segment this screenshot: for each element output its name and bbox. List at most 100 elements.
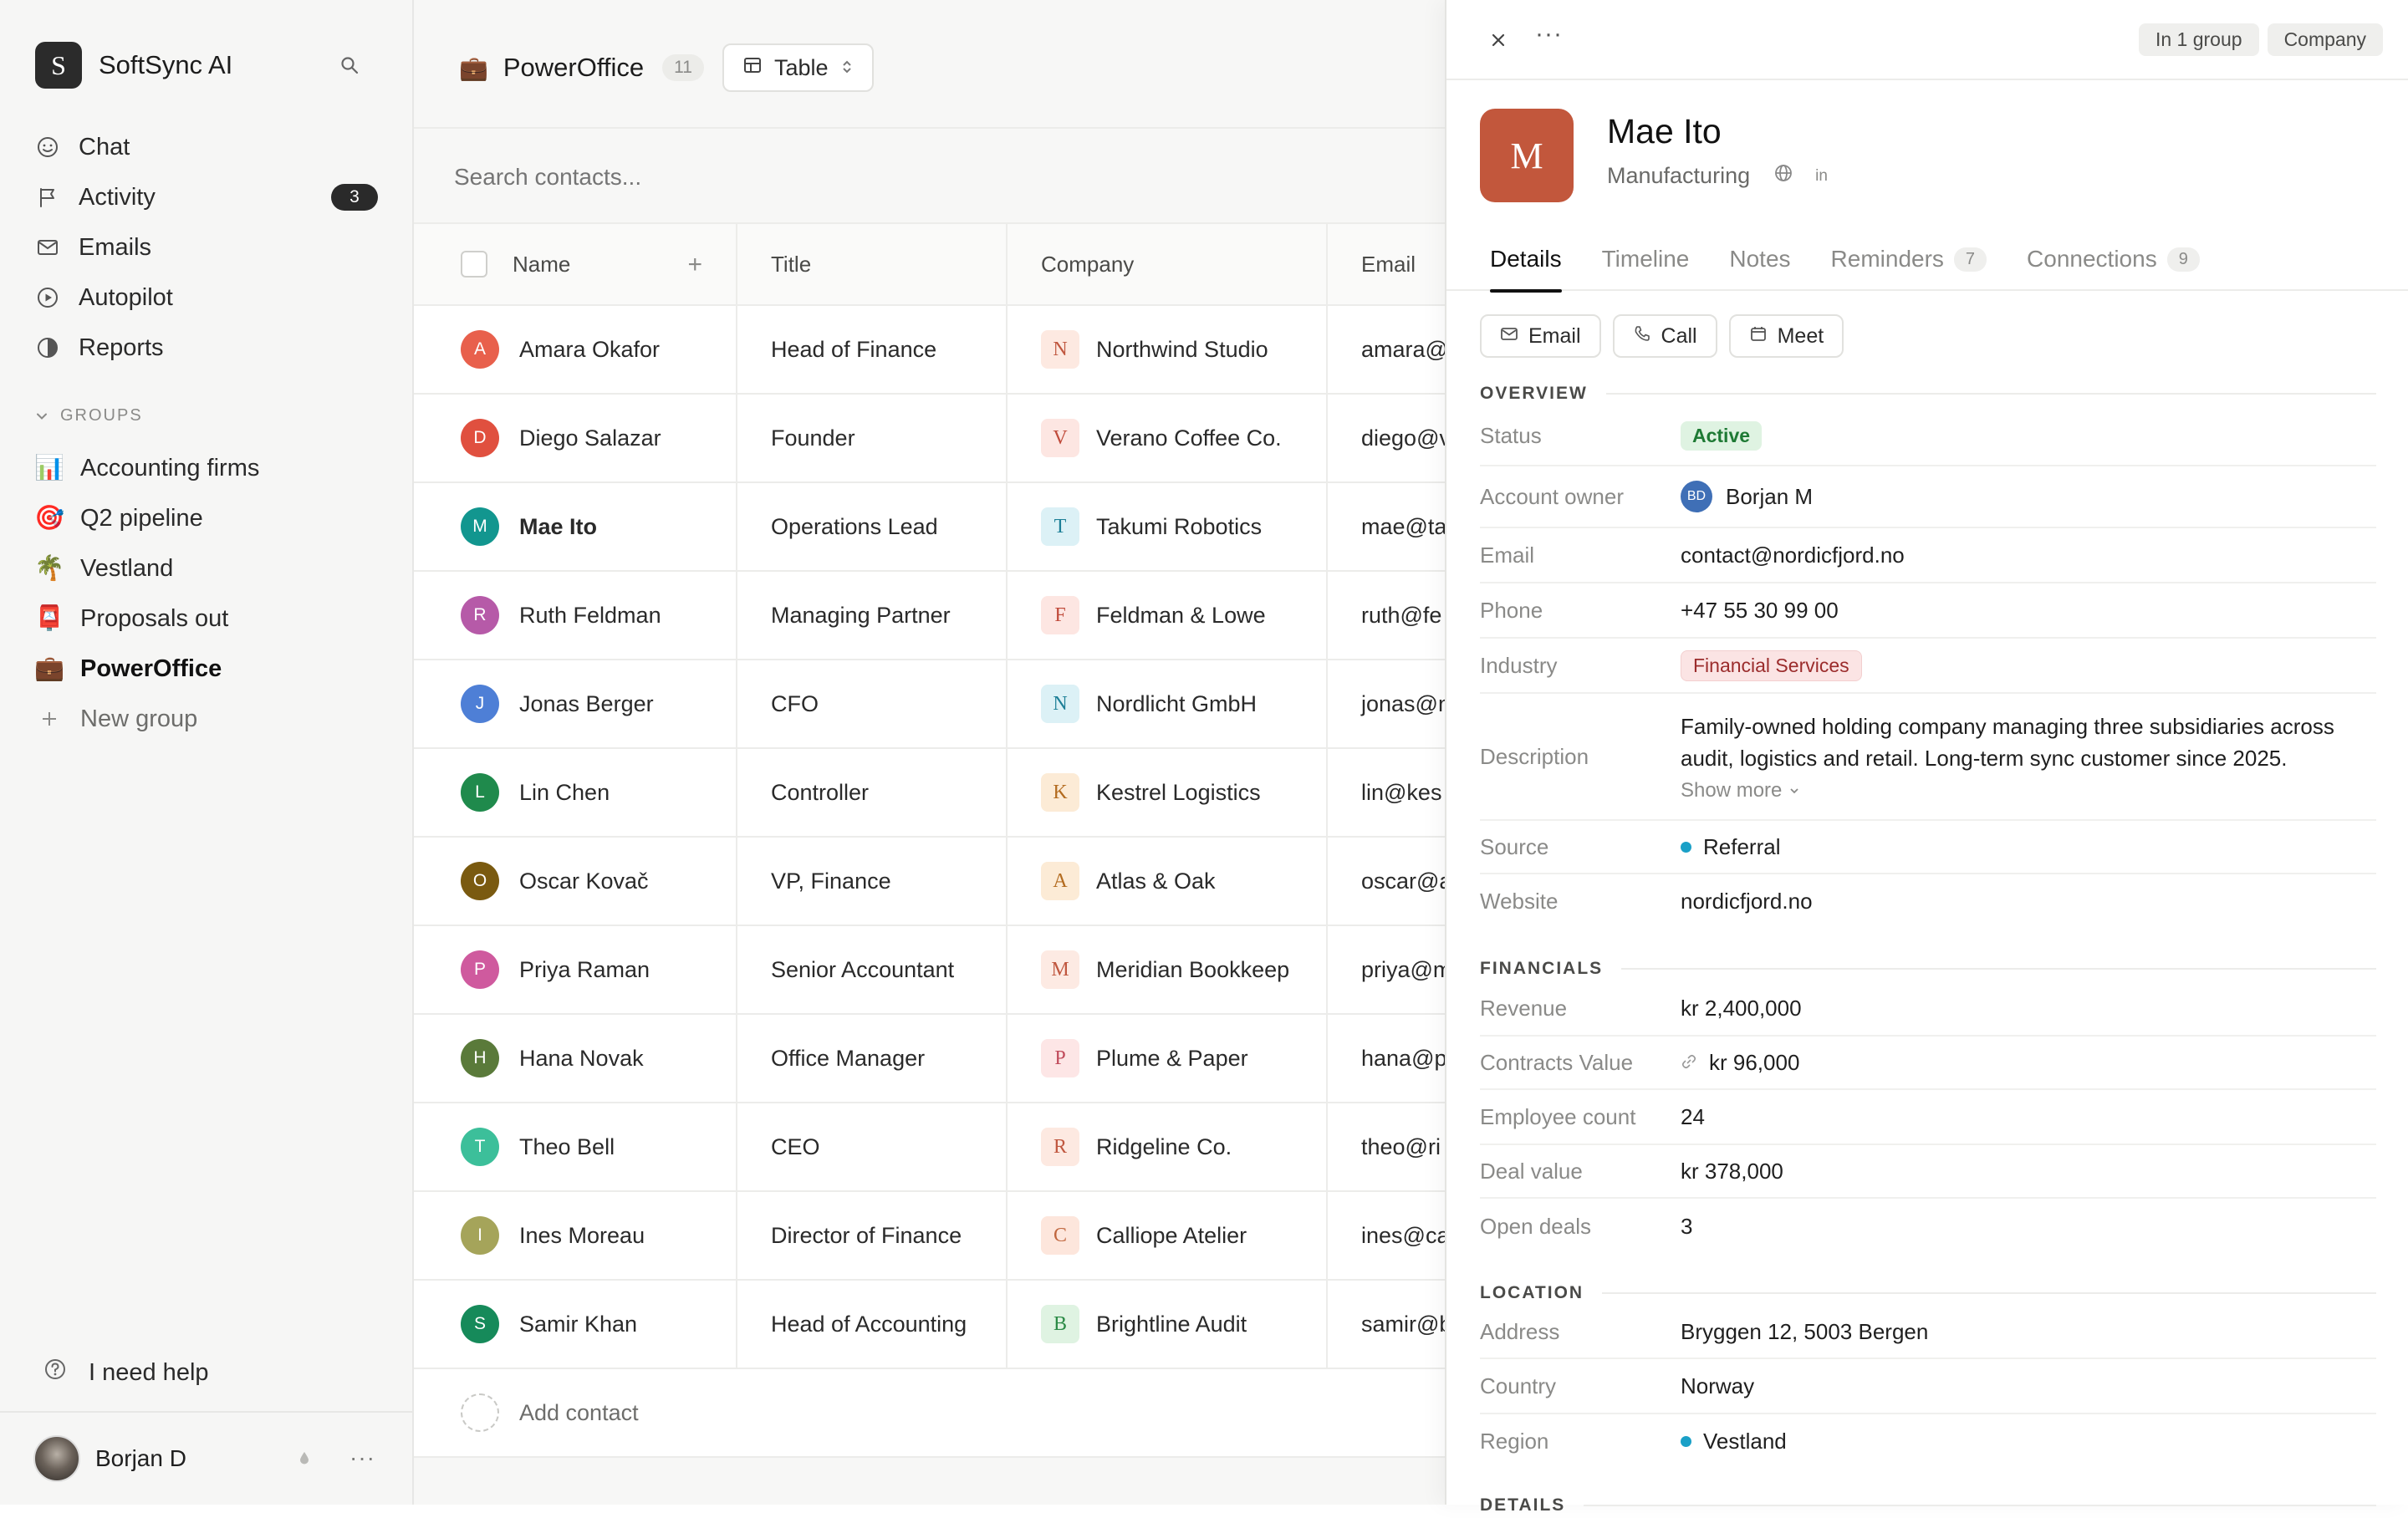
- company-cell[interactable]: V Verano Coffee Co.: [1008, 395, 1328, 481]
- new-group-button[interactable]: New group: [35, 694, 386, 744]
- company-cell[interactable]: N Nordlicht GmbH: [1008, 660, 1328, 747]
- group-vestland[interactable]: 🌴 Vestland: [34, 543, 386, 593]
- workspace-switcher[interactable]: S SoftSync AI: [35, 42, 232, 89]
- table-row[interactable]: J Jonas Berger CFO N Nordlicht GmbH jonas@n: [414, 660, 1446, 749]
- group-proposals-out[interactable]: 📮 Proposals out: [34, 593, 386, 644]
- group-poweroffice[interactable]: 💼 PowerOffice: [34, 644, 386, 694]
- search-input[interactable]: [454, 159, 1039, 196]
- groups-section-toggle[interactable]: GROUPS: [35, 406, 143, 425]
- company-cell[interactable]: N Northwind Studio: [1008, 306, 1328, 393]
- group-chip[interactable]: In 1 group: [2138, 23, 2259, 56]
- tab-notes[interactable]: Notes: [1729, 227, 1790, 291]
- table-row[interactable]: H Hana Novak Office Manager P Plume & Paper h…: [414, 1015, 1446, 1103]
- contracts-value-field[interactable]: kr 96,000: [1681, 1050, 2376, 1076]
- contact-name[interactable]: Ines Moreau: [519, 1223, 645, 1249]
- contact-name[interactable]: Mae Ito: [519, 514, 597, 540]
- company-cell[interactable]: R Ridgeline Co.: [1008, 1103, 1328, 1190]
- email-cell[interactable]: jonas@n: [1328, 660, 1446, 747]
- company-cell[interactable]: B Brightline Audit: [1008, 1281, 1328, 1368]
- contact-name[interactable]: Hana Novak: [519, 1046, 644, 1072]
- close-icon[interactable]: [1485, 27, 1512, 53]
- group-accounting-firms[interactable]: 📊 Accounting firms: [34, 443, 386, 493]
- revenue-value[interactable]: kr 2,400,000: [1681, 996, 2376, 1021]
- email-button[interactable]: Email: [1480, 314, 1601, 358]
- table-row[interactable]: M Mae Ito Operations Lead T Takumi Robotics m…: [414, 483, 1446, 572]
- tab-reminders[interactable]: Reminders 7: [1831, 227, 1987, 291]
- nav-item-chat[interactable]: Chat: [35, 122, 386, 172]
- globe-icon[interactable]: [1773, 163, 1793, 189]
- email-cell[interactable]: ines@ca: [1328, 1192, 1446, 1279]
- more-icon[interactable]: ···: [1535, 20, 1563, 48]
- email-cell[interactable]: theo@ri: [1328, 1103, 1446, 1190]
- group-q2-pipeline[interactable]: 🎯 Q2 pipeline: [34, 493, 386, 543]
- company-cell[interactable]: M Meridian Bookkeep: [1008, 926, 1328, 1013]
- table-row[interactable]: T Theo Bell CEO R Ridgeline Co. theo@ri: [414, 1103, 1446, 1192]
- email-cell[interactable]: hana@p: [1328, 1015, 1446, 1102]
- address-value[interactable]: Bryggen 12, 5003 Bergen: [1681, 1319, 2376, 1345]
- search-icon[interactable]: [334, 50, 365, 80]
- table-row[interactable]: L Lin Chen Controller K Kestrel Logistics lin…: [414, 749, 1446, 838]
- email-cell[interactable]: ruth@fe: [1328, 572, 1446, 659]
- company-cell[interactable]: P Plume & Paper: [1008, 1015, 1328, 1102]
- more-icon[interactable]: ···: [349, 1444, 375, 1471]
- table-row[interactable]: S Samir Khan Head of Accounting B Brightline…: [414, 1281, 1446, 1369]
- type-chip[interactable]: Company: [2267, 23, 2383, 56]
- column-header-title[interactable]: Title: [771, 252, 811, 278]
- company-cell[interactable]: A Atlas & Oak: [1008, 838, 1328, 925]
- email-cell[interactable]: mae@ta: [1328, 483, 1446, 570]
- deal-value[interactable]: kr 378,000: [1681, 1159, 2376, 1184]
- contact-name[interactable]: Oscar Kovač: [519, 869, 649, 894]
- contact-name[interactable]: Diego Salazar: [519, 425, 661, 451]
- help-button[interactable]: I need help: [43, 1358, 209, 1388]
- nav-item-activity[interactable]: Activity 3: [35, 172, 386, 222]
- add-column-plus-icon[interactable]: +: [687, 251, 702, 279]
- nav-item-emails[interactable]: Emails: [35, 222, 386, 273]
- industry-tag[interactable]: Financial Services: [1681, 649, 1862, 681]
- email-cell[interactable]: amara@: [1328, 306, 1446, 393]
- contact-name[interactable]: Ruth Feldman: [519, 603, 661, 629]
- call-button[interactable]: Call: [1612, 314, 1717, 358]
- company-cell[interactable]: F Feldman & Lowe: [1008, 572, 1328, 659]
- column-header-email[interactable]: Email: [1361, 252, 1416, 278]
- open-deals-value[interactable]: 3: [1681, 1214, 2376, 1240]
- description-field[interactable]: Family-owned holding company managing th…: [1681, 711, 2376, 802]
- company-cell[interactable]: C Calliope Atelier: [1008, 1192, 1328, 1279]
- contact-name[interactable]: Samir Khan: [519, 1312, 637, 1337]
- employee-count-value[interactable]: 24: [1681, 1104, 2376, 1130]
- contact-name[interactable]: Priya Raman: [519, 957, 650, 983]
- nav-item-autopilot[interactable]: Autopilot: [35, 273, 386, 323]
- column-header-company[interactable]: Company: [1041, 252, 1134, 278]
- email-value[interactable]: contact@nordicfjord.no: [1681, 543, 2376, 568]
- view-switcher[interactable]: Table: [722, 43, 874, 92]
- email-cell[interactable]: oscar@a: [1328, 838, 1446, 925]
- country-value[interactable]: Norway: [1681, 1373, 2376, 1399]
- email-cell[interactable]: samir@b: [1328, 1281, 1446, 1368]
- email-cell[interactable]: priya@m: [1328, 926, 1446, 1013]
- tab-connections[interactable]: Connections 9: [2027, 227, 2200, 291]
- meet-button[interactable]: Meet: [1728, 314, 1844, 358]
- account-owner-field[interactable]: BD Borjan M: [1681, 481, 2376, 512]
- company-cell[interactable]: K Kestrel Logistics: [1008, 749, 1328, 836]
- phone-value[interactable]: +47 55 30 99 00: [1681, 598, 2376, 624]
- show-more-link[interactable]: Show more: [1681, 779, 2376, 802]
- column-header-name[interactable]: Name: [513, 252, 570, 278]
- contact-name[interactable]: Lin Chen: [519, 780, 610, 806]
- nav-item-reports[interactable]: Reports: [35, 323, 386, 373]
- contact-name[interactable]: Jonas Berger: [519, 691, 654, 717]
- table-row[interactable]: A Amara Okafor Head of Finance N Northwind S…: [414, 306, 1446, 395]
- table-row[interactable]: O Oscar Kovač VP, Finance A Atlas & Oak oscar…: [414, 838, 1446, 926]
- tab-details[interactable]: Details: [1490, 227, 1562, 293]
- contact-name[interactable]: Theo Bell: [519, 1134, 615, 1160]
- add-contact-button[interactable]: Add contact: [414, 1369, 1446, 1458]
- status-badge[interactable]: Active: [1681, 420, 1763, 451]
- source-field[interactable]: Referral: [1681, 834, 2376, 860]
- website-value[interactable]: nordicfjord.no: [1681, 889, 2376, 914]
- select-all-checkbox[interactable]: [461, 251, 487, 278]
- tab-timeline[interactable]: Timeline: [1602, 227, 1690, 291]
- table-row[interactable]: R Ruth Feldman Managing Partner F Feldman & …: [414, 572, 1446, 660]
- table-row[interactable]: D Diego Salazar Founder V Verano Coffee Co. d…: [414, 395, 1446, 483]
- contact-name[interactable]: Amara Okafor: [519, 337, 660, 363]
- email-cell[interactable]: lin@kes: [1328, 749, 1446, 836]
- table-row[interactable]: I Ines Moreau Director of Finance C Calliope…: [414, 1192, 1446, 1281]
- email-cell[interactable]: diego@v: [1328, 395, 1446, 481]
